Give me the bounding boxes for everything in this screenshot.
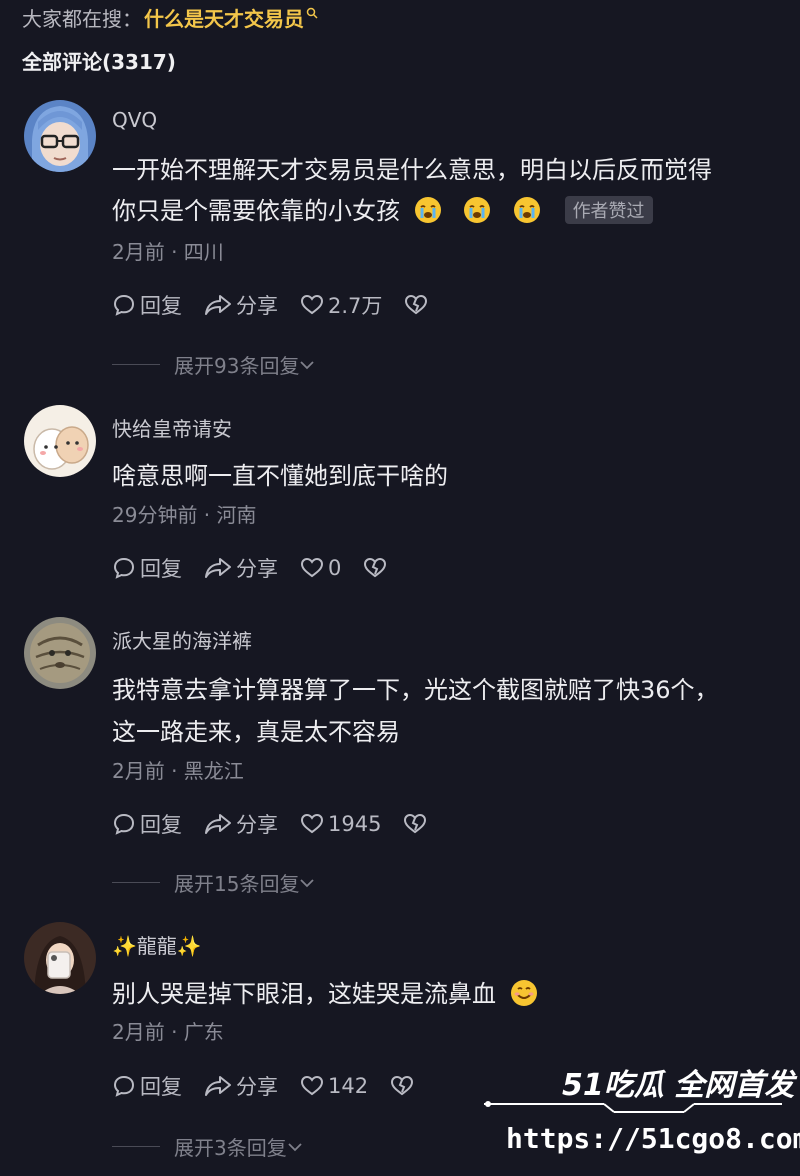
comment-text-line: 你只是个需要依靠的小女孩 [112,197,400,225]
search-icon [306,0,318,24]
divider-line [112,1146,160,1147]
share-icon [205,558,231,578]
comments-count-title: 全部评论(3317) [22,50,176,74]
crying-face-icon [414,196,442,224]
like-button[interactable]: 0 [300,556,341,580]
expand-replies-button[interactable]: 展开93条回复 [112,350,315,379]
comment-meta: 29分钟前 · 河南 [112,503,257,527]
chevron-down-icon [300,360,315,369]
dislike-button[interactable] [390,1074,418,1098]
expand-replies-label: 展开3条回复 [174,1136,287,1160]
broken-heart-icon [404,813,427,834]
heart-icon [300,294,324,315]
broken-heart-icon [391,1075,414,1096]
reply-icon [113,294,135,316]
share-button[interactable]: 分享 [204,1071,278,1101]
reply-icon [113,557,135,579]
share-button[interactable]: 分享 [204,809,278,839]
comment-actions: 回复 分享 1945 [112,809,453,839]
watermark-brand: 51吃瓜 全网首发 [562,1068,795,1103]
share-label: 分享 [236,1075,278,1099]
comment-meta: 2月前 · 黑龙江 [112,759,244,783]
smiling-face-icon [510,979,538,1007]
comment-text: 啥意思啊一直不懂她到底干啥的 [112,462,448,490]
reply-button[interactable]: 回复 [112,1071,182,1101]
watermark-url: https://51cgo8.com [506,1122,800,1155]
avatar[interactable] [24,617,96,689]
comment-text-line: 别人哭是掉下眼泪，这娃哭是流鼻血 [112,980,496,1008]
watermark-circuit-lines [484,1101,782,1113]
share-button[interactable]: 分享 [204,553,278,583]
share-label: 分享 [236,294,278,318]
like-button[interactable]: 2.7万 [300,290,382,320]
comment-actions: 回复 分享 2.7万 [112,290,454,320]
reply-button[interactable]: 回复 [112,809,182,839]
like-button[interactable]: 142 [300,1074,368,1098]
search-prefix: 大家都在搜： [22,6,142,31]
reply-label: 回复 [140,1075,182,1099]
share-label: 分享 [236,813,278,837]
share-button[interactable]: 分享 [204,290,278,320]
comment-actions: 回复 分享 0 [112,553,413,583]
reply-icon [113,813,135,835]
share-icon [205,295,231,315]
comment-text: 我特意去拿计算器算了一下，光这个截图就赔了快36个， [112,676,719,704]
comment-text: 你只是个需要依靠的小女孩 作者赞过 [112,191,653,226]
heart-icon [300,1075,324,1096]
expand-replies-label: 展开15条回复 [174,872,300,896]
like-button[interactable]: 1945 [300,812,381,836]
chevron-down-icon [300,878,315,887]
reply-button[interactable]: 回复 [112,290,182,320]
comment-meta: 2月前 · 四川 [112,240,224,264]
author-liked-badge: 作者赞过 [564,196,653,224]
avatar[interactable] [24,922,96,994]
reply-label: 回复 [140,294,182,318]
avatar[interactable] [24,405,96,477]
dislike-button[interactable] [403,812,431,836]
broken-heart-icon [364,557,387,578]
share-icon [205,1076,231,1096]
avatar[interactable] [24,100,96,172]
expand-replies-label: 展开93条回复 [174,354,300,378]
divider-line [112,364,160,365]
expand-replies-button[interactable]: 展开15条回复 [112,868,315,897]
like-count: 1945 [328,812,382,836]
divider-line [112,882,160,883]
like-count: 0 [328,556,342,580]
share-label: 分享 [236,557,278,581]
broken-heart-icon [405,294,428,315]
comment-text: 这一路走来，真是太不容易 [112,718,400,746]
expand-replies-button[interactable]: 展开3条回复 [112,1132,303,1161]
comment-username[interactable]: 快给皇帝请安 [112,413,232,442]
comment-actions: 回复 分享 142 [112,1071,440,1101]
chevron-down-icon [288,1142,302,1151]
search-suggestion[interactable]: 大家都在搜： 什么是天才交易员 [22,0,318,34]
comment-text: 别人哭是掉下眼泪，这娃哭是流鼻血 [112,974,538,1009]
comment-username[interactable]: 派大星的海洋裤 [112,625,252,654]
comment-username[interactable]: QVQ [112,108,157,132]
like-count: 142 [328,1074,369,1098]
dislike-button[interactable] [363,556,391,580]
share-icon [205,814,231,834]
reply-label: 回复 [140,813,182,837]
like-count: 2.7万 [328,294,383,318]
heart-icon [300,813,324,834]
reply-button[interactable]: 回复 [112,553,182,583]
reply-label: 回复 [140,557,182,581]
crying-face-icon [463,196,491,224]
heart-icon [300,557,324,578]
comments-page: 大家都在搜： 什么是天才交易员 全部评论(3317) QVQ 一开始不理解天才交… [0,0,800,1176]
search-term-link[interactable]: 什么是天才交易员 [144,3,304,32]
crying-face-icon [513,196,541,224]
comment-meta: 2月前 · 广东 [112,1020,224,1044]
dislike-button[interactable] [404,293,432,317]
comment-text: 一开始不理解天才交易员是什么意思，明白以后反而觉得 [112,156,712,184]
comment-username[interactable]: ✨龍龍✨ [112,930,202,959]
reply-icon [113,1075,135,1097]
